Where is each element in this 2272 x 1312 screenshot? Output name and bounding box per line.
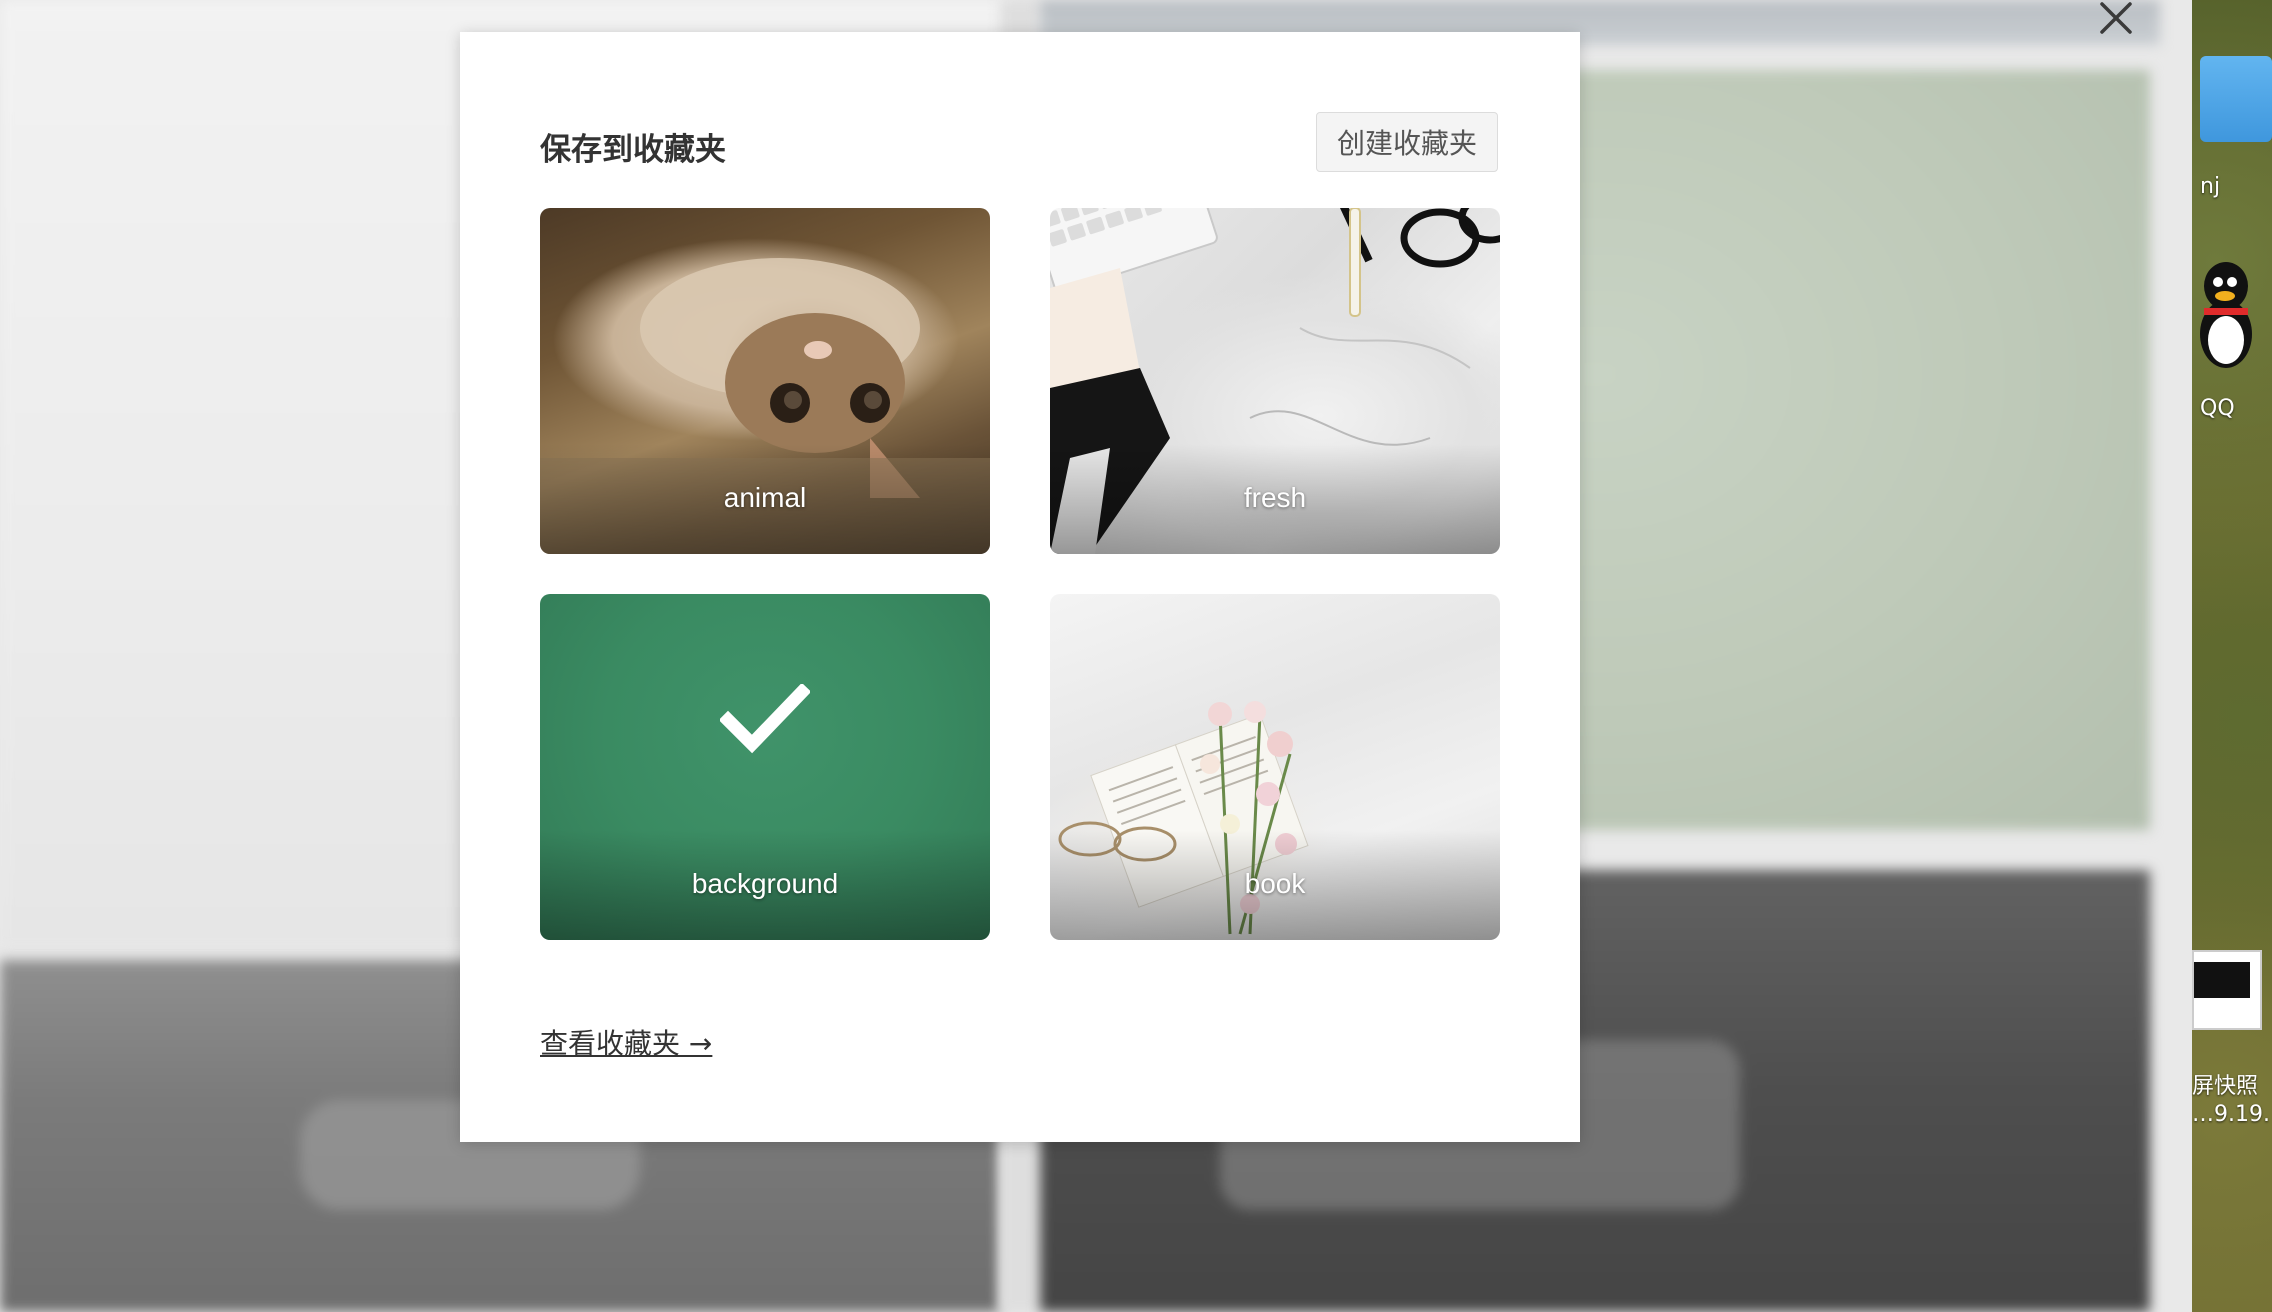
- close-button[interactable]: [2096, 0, 2136, 40]
- penguin-icon[interactable]: [2196, 256, 2256, 376]
- folder-icon[interactable]: [2200, 56, 2272, 142]
- collection-card-fresh[interactable]: fresh: [1050, 208, 1500, 554]
- close-icon: [2100, 2, 2132, 34]
- desktop-icon-label: QQ: [2200, 396, 2235, 421]
- screen: nj QQ 屏快照 …9.19. 保存到收藏夹 创建收藏夹 animal fre…: [0, 0, 2272, 1312]
- dialog-title: 保存到收藏夹: [540, 132, 726, 168]
- desktop-icon-label: nj: [2200, 174, 2221, 199]
- screenshot-file-icon[interactable]: [2192, 950, 2262, 1030]
- desktop-file-label: 屏快照: [2192, 1074, 2259, 1099]
- create-collection-button[interactable]: 创建收藏夹: [1316, 112, 1498, 172]
- collection-card-book[interactable]: book: [1050, 594, 1500, 940]
- collection-label: book: [1244, 868, 1306, 899]
- save-to-collection-dialog: 保存到收藏夹 创建收藏夹 animal fresh background boo…: [460, 32, 1580, 1142]
- collection-card-background[interactable]: background: [540, 594, 990, 940]
- desktop-wallpaper: nj QQ 屏快照 …9.19.: [2192, 0, 2272, 1312]
- collection-label: animal: [723, 482, 807, 513]
- collection-label: fresh: [1243, 482, 1307, 513]
- checkmark-icon: [720, 684, 810, 754]
- desktop-file-label: …9.19.: [2192, 1102, 2270, 1127]
- collection-card-animal[interactable]: animal: [540, 208, 990, 554]
- view-collections-link[interactable]: 查看收藏夹 →: [540, 1022, 712, 1062]
- collection-label: background: [691, 868, 839, 899]
